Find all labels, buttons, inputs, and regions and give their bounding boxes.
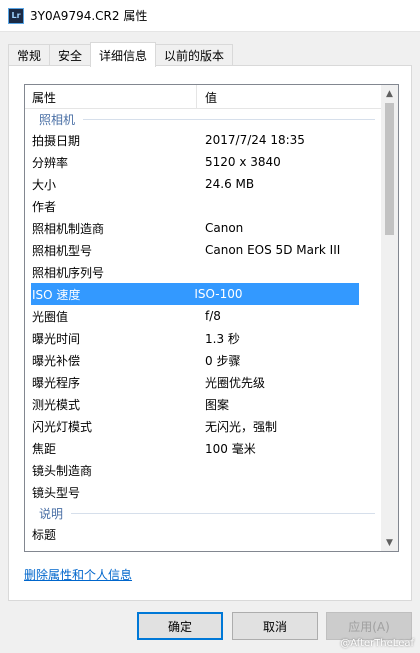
property-value: 图案 [205, 397, 230, 412]
property-value: ISO-100 [194, 287, 243, 301]
list-rows: 照相机 拍摄日期 2017/7/24 18:35 分辨率 5120 x 3840… [25, 109, 381, 545]
scroll-up-arrow-icon[interactable]: ▲ [381, 85, 398, 102]
group-header-description: 说明 [25, 503, 381, 523]
property-name: 曝光补偿 [32, 353, 81, 368]
list-item[interactable]: 照相机序列号 [25, 261, 381, 283]
property-name: 作者 [32, 199, 57, 214]
group-divider [71, 512, 375, 514]
property-name: 曝光时间 [32, 331, 81, 346]
column-header-value[interactable]: 值 [197, 85, 381, 109]
tab-general[interactable]: 常规 [8, 44, 51, 66]
lightroom-app-icon: Lr [8, 7, 24, 24]
property-name: 照相机序列号 [32, 265, 105, 280]
list-item[interactable]: 分辨率 5120 x 3840 [25, 151, 381, 173]
tab-previous-versions[interactable]: 以前的版本 [155, 44, 234, 66]
list-item[interactable]: 曝光程序 光圈优先级 [25, 371, 381, 393]
list-item[interactable]: 照相机制造商 Canon [25, 217, 381, 239]
property-name: 照相机制造商 [32, 221, 105, 236]
property-value: 5120 x 3840 [205, 155, 281, 169]
property-name: 光圈值 [32, 309, 69, 324]
list-item[interactable]: 曝光补偿 0 步骤 [25, 349, 381, 371]
list-item[interactable]: 闪光灯模式 无闪光，强制 [25, 415, 381, 437]
property-name: 测光模式 [32, 397, 81, 412]
tab-bar: 常规 安全 详细信息 以前的版本 [8, 42, 234, 67]
property-name: 镜头型号 [32, 485, 81, 500]
property-name: 闪光灯模式 [32, 419, 93, 434]
list-item[interactable]: 标题 [25, 523, 381, 545]
property-name: 镜头制造商 [32, 463, 93, 478]
tab-details[interactable]: 详细信息 [90, 42, 157, 67]
property-value: 1.3 秒 [205, 331, 240, 346]
list-item[interactable]: 照相机型号 Canon EOS 5D Mark III [25, 239, 381, 261]
property-value: 0 步骤 [205, 353, 241, 368]
watermark: @AfterTheLeaf [340, 638, 414, 649]
property-name: 焦距 [32, 441, 57, 456]
property-value: 光圈优先级 [205, 375, 266, 390]
vertical-scrollbar[interactable]: ▲ ▼ [381, 85, 398, 551]
property-value: 100 毫米 [205, 441, 256, 456]
list-item[interactable]: 焦距 100 毫米 [25, 437, 381, 459]
group-header-camera: 照相机 [25, 109, 381, 129]
apply-button[interactable]: 应用(A) [326, 612, 412, 640]
property-value: Canon EOS 5D Mark III [205, 243, 341, 257]
title-bar: Lr 3Y0A9794.CR2 属性 [0, 0, 420, 32]
property-value: Canon [205, 221, 244, 235]
list-item[interactable]: 拍摄日期 2017/7/24 18:35 [25, 129, 381, 151]
list-item[interactable]: 镜头型号 [25, 481, 381, 503]
list-item[interactable]: 大小 24.6 MB [25, 173, 381, 195]
property-name: 曝光程序 [32, 375, 81, 390]
tab-security[interactable]: 安全 [49, 44, 92, 66]
cancel-button[interactable]: 取消 [232, 612, 318, 640]
property-value: 24.6 MB [205, 177, 255, 191]
property-value: 2017/7/24 18:35 [205, 133, 305, 147]
details-panel: 属性 值 照相机 拍摄日期 2017/7/24 18:35 分辨率 5120 x… [8, 65, 412, 601]
group-label: 照相机 [39, 112, 76, 127]
list-item[interactable]: 光圈值 f/8 [25, 305, 381, 327]
property-value: 无闪光，强制 [205, 419, 278, 434]
property-list[interactable]: 属性 值 照相机 拍摄日期 2017/7/24 18:35 分辨率 5120 x… [24, 84, 399, 552]
property-name: 照相机型号 [32, 243, 93, 258]
list-item[interactable]: 镜头制造商 [25, 459, 381, 481]
property-name: 拍摄日期 [32, 133, 81, 148]
list-item[interactable]: 作者 [25, 195, 381, 217]
window-title: 3Y0A9794.CR2 属性 [30, 9, 148, 23]
property-name: 标题 [32, 527, 57, 542]
ok-button[interactable]: 确定 [137, 612, 223, 640]
property-name: 分辨率 [32, 155, 69, 170]
scroll-down-arrow-icon[interactable]: ▼ [381, 534, 398, 551]
column-header-property[interactable]: 属性 [25, 85, 197, 109]
property-name: 大小 [32, 177, 57, 192]
list-item[interactable]: 测光模式 图案 [25, 393, 381, 415]
property-value: f/8 [205, 309, 221, 323]
remove-properties-link[interactable]: 删除属性和个人信息 [24, 566, 132, 583]
group-divider [83, 118, 375, 120]
scrollbar-thumb[interactable] [385, 103, 394, 235]
list-item-selected[interactable]: ISO 速度 ISO-100 [31, 283, 359, 305]
property-name: ISO 速度 [32, 287, 81, 302]
list-header: 属性 值 [25, 85, 381, 109]
group-label: 说明 [39, 506, 64, 521]
list-item[interactable]: 曝光时间 1.3 秒 [25, 327, 381, 349]
